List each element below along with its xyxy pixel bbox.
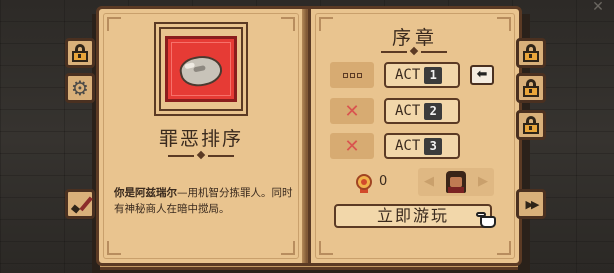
cross-icon: ✕ — [330, 133, 374, 159]
medal-icon — [355, 174, 373, 193]
fast-forward-icon: ▶▶ — [525, 197, 540, 211]
page-corner-ornament — [107, 241, 121, 255]
page-corner-ornament — [319, 241, 333, 255]
lock-icon — [72, 44, 88, 62]
medal-count: 0 — [379, 174, 388, 189]
progress-dots-icon — [330, 62, 374, 88]
lock-icon — [523, 116, 539, 134]
chevron-right-icon[interactable]: ▶ — [478, 174, 488, 189]
play-now-button[interactable]: 立即游玩 — [334, 204, 492, 228]
gear-icon: ⚙ — [71, 76, 89, 100]
close-icon[interactable]: ✕ — [588, 0, 608, 16]
act-number: 2 — [424, 102, 443, 120]
character-portrait-icon[interactable] — [446, 171, 466, 193]
page-corner-ornament — [281, 241, 295, 255]
act-label: ACT — [395, 103, 421, 119]
act-number: 1 — [424, 66, 443, 84]
cross-icon: ✕ — [330, 98, 374, 124]
chevron-left-icon[interactable]: ◀ — [424, 174, 434, 189]
lock-icon — [523, 44, 539, 62]
act-row-3: ✕ ACT 3 — [330, 133, 500, 159]
locked-tab-button[interactable] — [516, 38, 546, 68]
act-label: ACT — [395, 67, 421, 83]
page-corner-ornament — [281, 17, 295, 31]
settings-button[interactable]: ⚙ — [65, 73, 95, 103]
title-divider — [168, 150, 234, 160]
act-row-1: ACT 1 ⬅ — [330, 62, 500, 88]
description-highlight: 你是阿兹瑞尔 — [114, 187, 177, 199]
act-3-button[interactable]: ACT 3 — [384, 133, 460, 159]
customize-button[interactable] — [65, 189, 95, 219]
act-row-2: ✕ ACT 2 — [330, 98, 500, 124]
item-description: 你是阿兹瑞尔—用机智分拣罪人。同时有神秘商人在暗中搅局。 — [114, 185, 294, 217]
item-title: 罪恶排序 — [158, 128, 243, 150]
character-selector: ◀ ▶ — [418, 168, 494, 196]
act-label: ACT — [395, 138, 421, 154]
arrow-left-icon[interactable]: ⬅ — [470, 65, 494, 85]
locked-tab-button[interactable] — [516, 73, 546, 103]
page-corner-ornament — [107, 17, 121, 31]
lock-icon — [523, 79, 539, 97]
chapter-title: 序章 — [391, 27, 438, 49]
locked-tab-button[interactable] — [65, 38, 95, 68]
act-1-button[interactable]: ACT 1 — [384, 62, 460, 88]
act-number: 3 — [424, 137, 443, 155]
page-corner-ornament — [497, 241, 511, 255]
act-2-button[interactable]: ACT 2 — [384, 98, 460, 124]
pointer-hand-icon — [476, 210, 498, 230]
fast-forward-button[interactable]: ▶▶ — [516, 189, 546, 219]
locked-tab-button[interactable] — [516, 110, 546, 140]
chapter-divider — [381, 46, 447, 56]
brush-icon — [70, 194, 93, 214]
